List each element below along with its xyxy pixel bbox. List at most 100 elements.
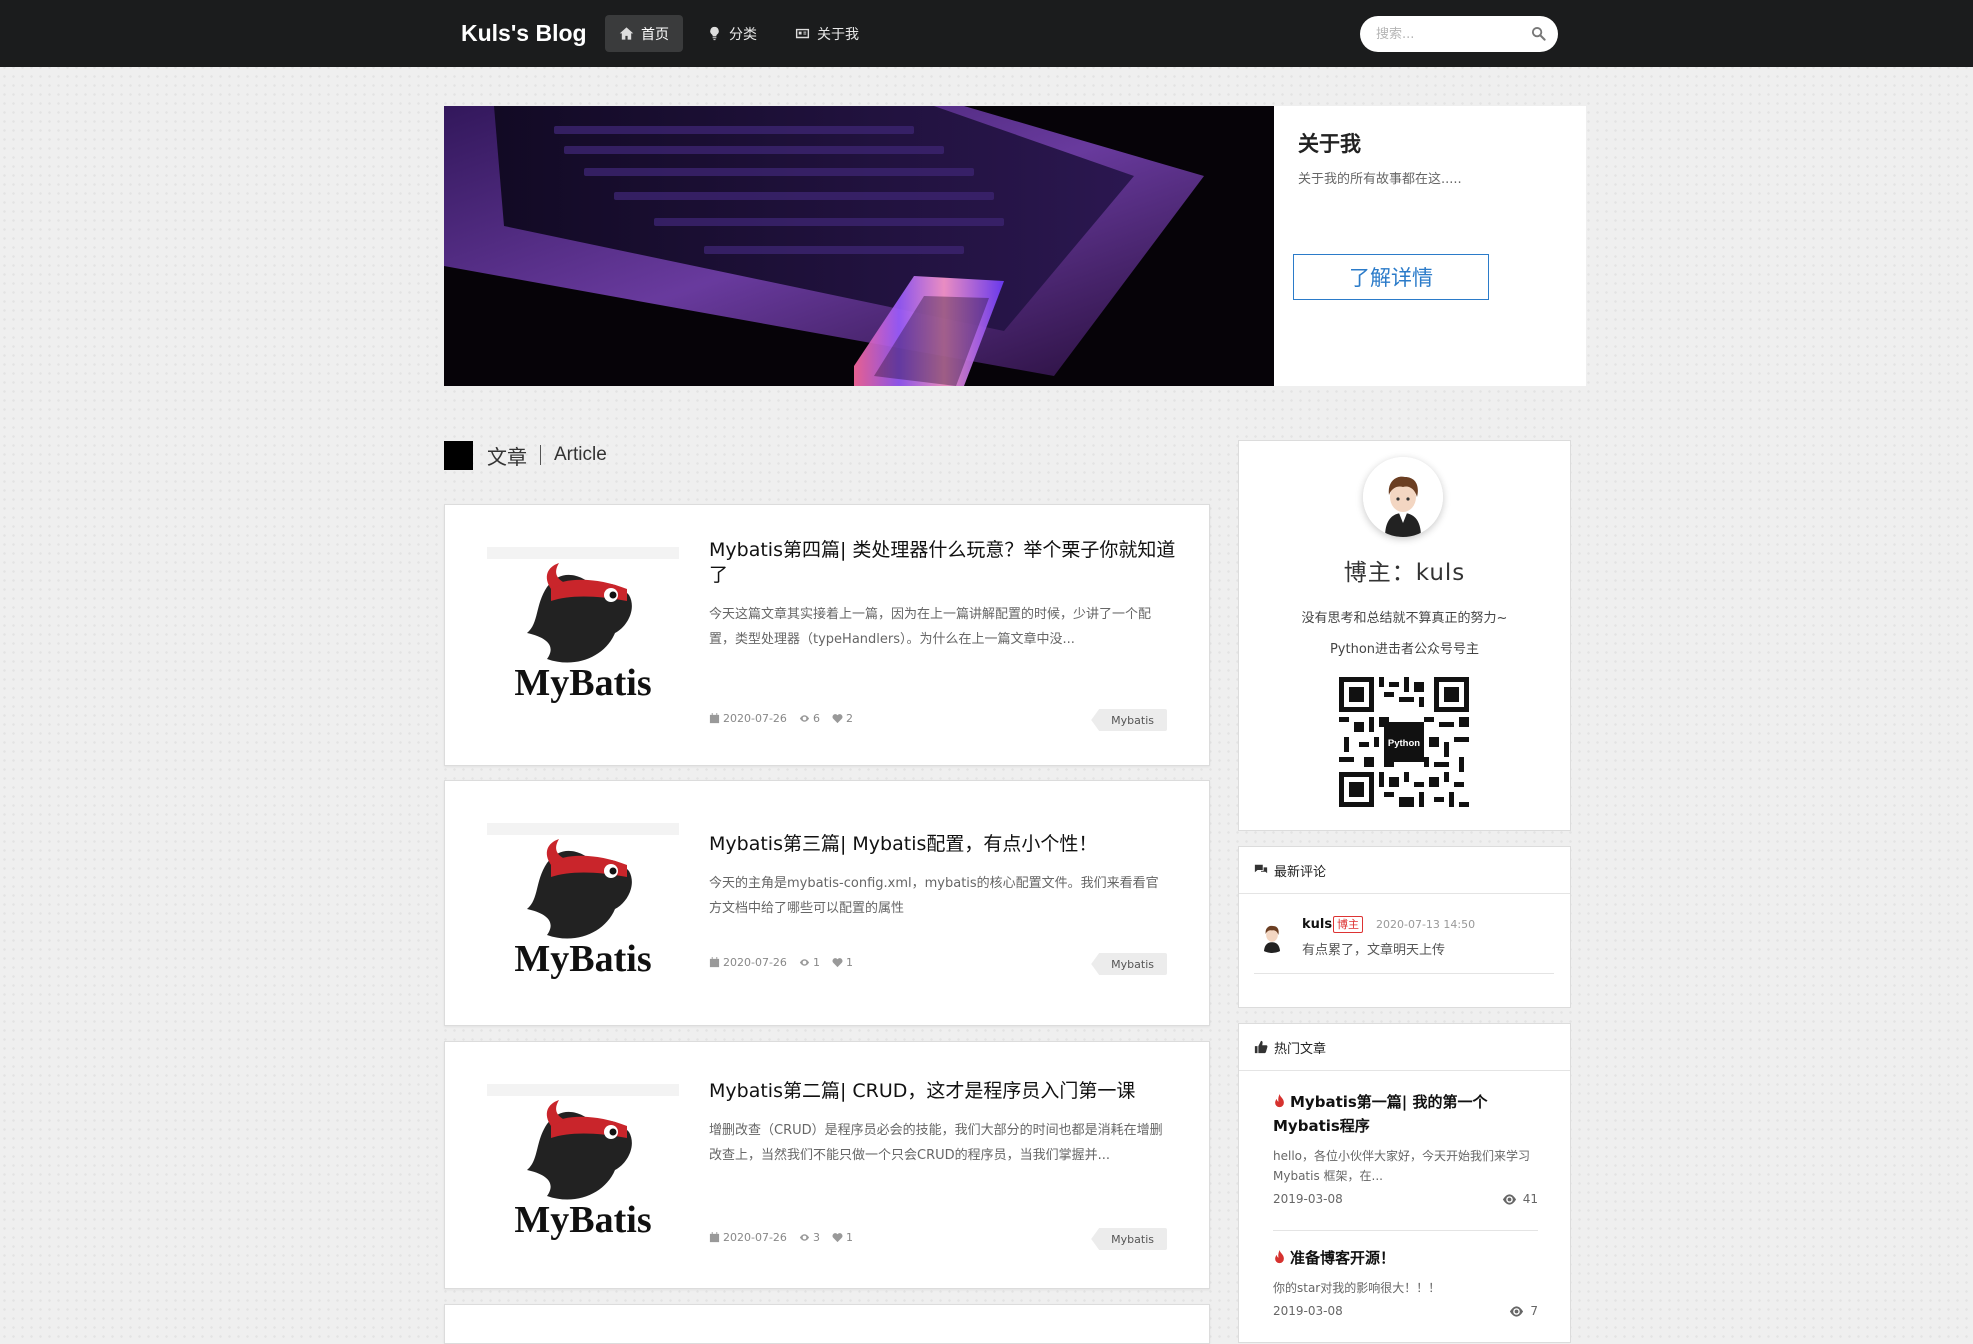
thumbs-up-icon <box>1254 1040 1268 1054</box>
article-tag[interactable]: Mybatis <box>1091 953 1167 975</box>
article-excerpt: 今天的主角是mybatis-config.xml，mybatis的核心配置文件。… <box>709 876 1159 916</box>
brand-logo[interactable]: Kuls's Blog <box>461 0 587 67</box>
mybatis-logo-icon: MyBatis <box>487 823 679 980</box>
article-card[interactable]: MyBatis Mybatis第四篇| 类处理器什么玩意？举个栗子你就知道了 今… <box>444 504 1210 766</box>
hot-article-title[interactable]: 准备博客开源！ <box>1273 1246 1538 1270</box>
heart-icon <box>832 958 843 968</box>
article-date: 2020-07-26 <box>709 1231 787 1244</box>
svg-text:MyBatis: MyBatis <box>514 938 651 980</box>
article-views: 3 <box>799 1231 820 1244</box>
eye-icon <box>799 1234 810 1241</box>
nav-category-label: 分类 <box>729 26 757 43</box>
hot-articles-header: 热门文章 <box>1239 1024 1570 1071</box>
article-title[interactable]: Mybatis第二篇| CRUD，这才是程序员入门第一课 <box>709 1079 1179 1104</box>
top-navbar: Kuls's Blog 首页 分类 关于我 <box>0 0 1973 67</box>
heart-icon <box>832 1233 843 1243</box>
article-likes: 1 <box>832 956 853 969</box>
nav-category[interactable]: 分类 <box>693 15 771 52</box>
article-card[interactable]: MyBatis Mybatis第二篇| CRUD，这才是程序员入门第一课 增删改… <box>444 1041 1210 1289</box>
article-excerpt: 增删改查（CRUD）是程序员必会的技能，我们大部分的时间也都是消耗在增删改查上，… <box>709 1123 1163 1163</box>
article-meta: 2020-07-26 3 1 <box>709 1231 853 1244</box>
article-date: 2020-07-26 <box>709 712 787 725</box>
article-views: 1 <box>799 956 820 969</box>
avatar-illustration <box>1254 917 1290 953</box>
hot-article-excerpt: 你的star对我的影响很大！！！ <box>1273 1281 1441 1295</box>
article-title[interactable]: Mybatis第三篇| Mybatis配置，有点小个性！ <box>709 832 1179 857</box>
blogger-avatar[interactable] <box>1363 457 1443 537</box>
nav-about[interactable]: 关于我 <box>781 15 873 52</box>
comment-text: 有点累了，文章明天上传 <box>1302 943 1446 958</box>
fire-icon <box>1275 1250 1284 1264</box>
hot-article-item[interactable]: Mybatis第一篇| 我的第一个Mybatis程序 hello，各位小伙伴大家… <box>1273 1090 1538 1212</box>
home-icon <box>619 27 634 40</box>
nav-about-label: 关于我 <box>817 26 859 43</box>
comment-author[interactable]: kuls <box>1302 917 1332 932</box>
blogger-motto: 没有思考和总结就不算真正的努力~ <box>1301 611 1508 626</box>
hot-divider <box>1273 1230 1538 1231</box>
article-meta: 2020-07-26 6 2 <box>709 712 853 725</box>
section-divider <box>540 445 541 465</box>
hot-article-item[interactable]: 准备博客开源！ 你的star对我的影响很大！！！ 2019-03-08 7 <box>1273 1246 1538 1324</box>
calendar-icon <box>709 1232 720 1243</box>
eye-icon <box>1510 1305 1524 1317</box>
article-meta: 2020-07-26 1 1 <box>709 956 853 969</box>
section-title-zh: 文章 <box>487 444 527 469</box>
about-description: 关于我的所有故事都在这..... <box>1298 172 1462 187</box>
article-tag[interactable]: Mybatis <box>1091 1228 1167 1250</box>
section-title: 文章 Article <box>444 440 607 470</box>
heart-icon <box>832 714 843 724</box>
hot-articles-panel: 热门文章 Mybatis第一篇| 我的第一个Mybatis程序 hello，各位… <box>1238 1023 1571 1343</box>
blogger-badge: 博主 <box>1333 916 1363 933</box>
section-square-icon <box>444 440 473 470</box>
mybatis-logo-icon: MyBatis <box>487 1084 679 1241</box>
mybatis-logo-icon: MyBatis <box>487 547 679 704</box>
hot-article-views: 7 <box>1509 1304 1538 1318</box>
article-tag[interactable]: Mybatis <box>1091 709 1167 731</box>
hot-article-title[interactable]: Mybatis第一篇| 我的第一个Mybatis程序 <box>1273 1090 1538 1138</box>
hot-article-date: 2019-03-08 <box>1273 1192 1343 1206</box>
article-likes: 1 <box>832 1231 853 1244</box>
blogger-owner-title: Python进击者公众号号主 <box>1329 642 1480 657</box>
nav-home-label: 首页 <box>641 26 669 43</box>
comment-item[interactable]: kuls 博主 2020-07-13 14:50 有点累了，文章明天上传 <box>1254 916 1554 974</box>
eye-icon <box>799 715 810 722</box>
article-card[interactable]: MyBatis Mybatis第三篇| Mybatis配置，有点小个性！ 今天的… <box>444 780 1210 1026</box>
hot-articles-title: 热门文章 <box>1274 1041 1327 1057</box>
banner-image <box>444 106 1274 386</box>
learn-more-button[interactable]: 了解详情 <box>1293 254 1489 300</box>
hot-article-views: 41 <box>1502 1192 1538 1206</box>
profile-panel: 博主：kuls 没有思考和总结就不算真正的努力~ Python进击者公众号号主 … <box>1238 440 1571 831</box>
laptop-illustration <box>444 106 1274 386</box>
svg-text:MyBatis: MyBatis <box>514 662 651 704</box>
id-card-icon <box>795 28 810 39</box>
qr-code-icon: Python <box>1339 677 1469 807</box>
section-title-en: Article <box>554 444 607 465</box>
hero-banner: 关于我 关于我的所有故事都在这..... 了解详情 <box>444 106 1586 386</box>
search-input[interactable] <box>1374 25 1528 43</box>
calendar-icon <box>709 957 720 968</box>
fire-icon <box>1275 1094 1284 1108</box>
eye-icon <box>799 959 810 966</box>
blogger-name: 博主：kuls <box>1343 560 1466 586</box>
article-likes: 2 <box>832 712 853 725</box>
article-excerpt: 今天这篇文章其实接着上一篇，因为在上一篇讲解配置的时候，少讲了一个配置，类型处理… <box>709 607 1152 647</box>
about-panel: 关于我 关于我的所有故事都在这..... 了解详情 <box>1293 106 1568 386</box>
article-date: 2020-07-26 <box>709 956 787 969</box>
search-icon[interactable] <box>1531 26 1546 41</box>
latest-comments-panel: 最新评论 kuls 博主 2020-07-13 14:50 有点累了，文章明天上… <box>1238 846 1571 1008</box>
main-nav: 首页 分类 关于我 <box>605 15 873 52</box>
calendar-icon <box>709 713 720 724</box>
nav-home[interactable]: 首页 <box>605 15 683 52</box>
svg-text:MyBatis: MyBatis <box>514 1199 651 1241</box>
hot-article-footer: 2019-03-08 7 <box>1273 1304 1538 1324</box>
article-title[interactable]: Mybatis第四篇| 类处理器什么玩意？举个栗子你就知道了 <box>709 538 1179 588</box>
hot-article-footer: 2019-03-08 41 <box>1273 1192 1538 1212</box>
comments-icon <box>1254 864 1268 874</box>
search-box <box>1360 16 1558 52</box>
about-title: 关于我 <box>1298 132 1361 156</box>
lightbulb-icon <box>710 26 719 41</box>
article-views: 6 <box>799 712 820 725</box>
hot-article-excerpt: hello，各位小伙伴大家好，今天开始我们来学习 Mybatis 框架，在... <box>1273 1149 1530 1183</box>
latest-comments-header: 最新评论 <box>1239 847 1570 894</box>
article-card[interactable] <box>444 1304 1210 1344</box>
